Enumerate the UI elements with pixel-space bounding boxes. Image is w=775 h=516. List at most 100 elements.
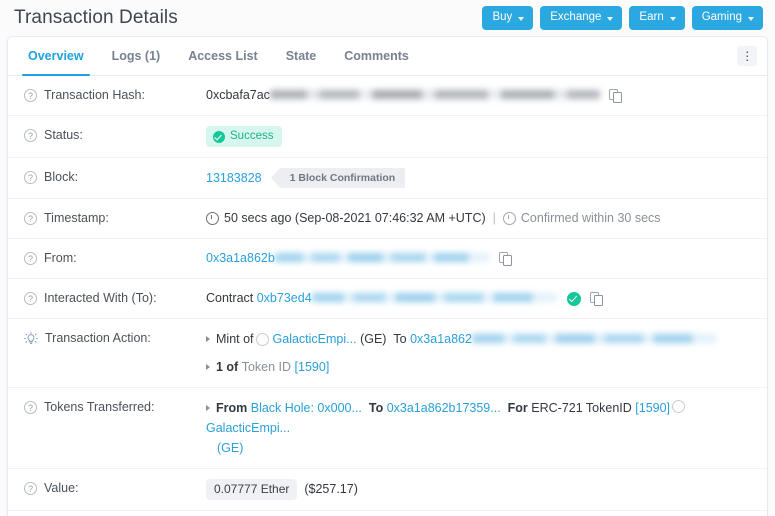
from-value: 0x3a1a862b — [206, 249, 753, 268]
row-label-block: ? Block: — [24, 168, 206, 187]
timestamp-confirmed: Confirmed within 30 secs — [520, 211, 661, 225]
row-label-text: Value: — [44, 481, 79, 495]
question-mark-icon[interactable]: ? — [24, 212, 37, 225]
row-from: ? From: 0x3a1a862b — [8, 239, 767, 279]
transaction-action-value: Mint of GalacticEmpi... (GE) To 0x3a1a86… — [206, 329, 753, 377]
tab-comments-label: Comments — [344, 49, 409, 63]
tab-access-list[interactable]: Access List — [174, 37, 271, 75]
row-label-text: Timestamp: — [44, 211, 109, 225]
question-mark-icon[interactable]: ? — [24, 89, 37, 102]
row-block: ? Block: 13183828 1 Block Confirmation — [8, 158, 767, 199]
tab-logs-label: Logs (1) — [111, 49, 161, 63]
tab-comments[interactable]: Comments — [330, 37, 423, 75]
question-mark-icon[interactable]: ? — [24, 292, 37, 305]
transaction-hash-prefix: 0xcbafa7ac — [206, 88, 270, 102]
tab-overview-label: Overview — [28, 49, 84, 63]
transfer-token-name[interactable]: GalacticEmpi... — [206, 421, 290, 435]
row-label-text: Transaction Action: — [45, 331, 151, 345]
timestamp-separator: | — [492, 211, 496, 225]
row-label-value: ? Value: — [24, 479, 206, 498]
question-mark-icon[interactable]: ? — [24, 171, 37, 184]
clock-icon — [502, 212, 516, 225]
block-confirmation-label: 1 Block Confirmation — [289, 172, 396, 184]
row-label-text: Transaction Hash: — [44, 88, 145, 102]
action-to-address-link[interactable]: 0x3a1a862 — [410, 329, 472, 349]
transfer-token-id[interactable]: [1590] — [635, 401, 670, 415]
token-transfer-symbol-line: (GE) — [206, 438, 753, 458]
tab-list: Overview Logs (1) Access List State Comm… — [14, 37, 423, 76]
value-amount-container: 0.07777 Ether ($257.17) — [206, 479, 753, 500]
transfer-from-address[interactable]: Black Hole: 0x000... — [251, 401, 362, 415]
kebab-menu-icon[interactable] — [737, 46, 757, 66]
status-badge: Success — [206, 126, 283, 147]
row-transaction-fee: ? Transaction Fee: 0.006435210375055066 … — [8, 511, 767, 516]
tab-logs[interactable]: Logs (1) — [98, 37, 175, 75]
row-label-text: Interacted With (To): — [44, 291, 157, 305]
gaming-button[interactable]: Gaming — [691, 6, 763, 30]
action-token-symbol: (GE) — [360, 332, 387, 346]
block-number-link[interactable]: 13183828 — [206, 169, 262, 188]
chevron-down-icon — [518, 17, 525, 21]
action-to-word: To — [393, 332, 407, 346]
row-label-text: Block: — [44, 170, 79, 184]
token-transfer-entry: From Black Hole: 0x000... To 0x3a1a862b1… — [206, 398, 753, 438]
action-to-address-redacted — [471, 333, 717, 343]
exchange-button[interactable]: Exchange — [540, 6, 623, 30]
transaction-hash-redacted — [269, 90, 600, 99]
triangle-right-icon — [206, 364, 210, 370]
contract-word: Contract — [206, 291, 254, 305]
tab-access-list-label: Access List — [188, 49, 258, 63]
transfer-to-word: To — [368, 401, 384, 415]
row-label-transaction-hash: ? Transaction Hash: — [24, 86, 206, 105]
row-timestamp: ? Timestamp: 50 secs ago (Sep-08-2021 07… — [8, 199, 767, 239]
chevron-down-icon — [669, 17, 676, 21]
action-verb: Mint of — [216, 332, 254, 346]
check-circle-icon — [213, 130, 225, 143]
token-circle-icon — [255, 332, 269, 346]
block-value: 13183828 1 Block Confirmation — [206, 168, 753, 188]
tab-bar: Overview Logs (1) Access List State Comm… — [8, 37, 767, 76]
question-mark-icon[interactable]: ? — [24, 252, 37, 265]
earn-button[interactable]: Earn — [629, 6, 685, 30]
copy-icon[interactable] — [589, 291, 603, 306]
buy-button-label: Buy — [492, 11, 513, 24]
row-label-tokens-transferred: ? Tokens Transferred: — [24, 398, 206, 417]
status-value: Success — [206, 126, 753, 147]
clock-icon — [206, 212, 219, 225]
tab-overview[interactable]: Overview — [14, 37, 98, 76]
row-interacted-with: ? Interacted With (To): Contract 0xb73ed… — [8, 279, 767, 319]
row-label-text: From: — [44, 251, 77, 265]
action-count: 1 of — [216, 360, 239, 374]
chevron-down-icon — [748, 17, 754, 21]
tab-state[interactable]: State — [272, 37, 331, 75]
row-label-transaction-action: Transaction Action: — [24, 329, 206, 348]
transfer-for-word: For — [507, 401, 528, 415]
copy-icon[interactable] — [498, 251, 512, 266]
verified-check-icon — [566, 291, 581, 306]
copy-icon[interactable] — [608, 88, 622, 103]
transfer-token-symbol[interactable]: (GE) — [217, 441, 243, 455]
row-transaction-action: Transaction Action: Mint of GalacticEmpi… — [8, 319, 767, 388]
tab-bar-spacer — [423, 37, 737, 75]
lightbulb-icon — [24, 332, 38, 344]
row-label-from: ? From: — [24, 249, 206, 268]
triangle-right-icon — [206, 405, 210, 411]
timestamp-relative: 50 secs ago — [224, 211, 292, 225]
detail-rows: ? Transaction Hash: 0xcbafa7ac ? Status: — [8, 76, 767, 516]
tab-state-label: State — [285, 49, 317, 63]
transaction-details-page: Transaction Details Buy Exchange Earn Ga… — [0, 0, 775, 516]
from-address-link[interactable]: 0x3a1a862b — [206, 249, 275, 268]
contract-address-link[interactable]: 0xb73ed4 — [257, 289, 312, 308]
buy-button[interactable]: Buy — [482, 6, 534, 30]
action-token-name[interactable]: GalacticEmpi... — [273, 329, 357, 349]
question-mark-icon[interactable]: ? — [24, 401, 37, 414]
value-amount-chip: 0.07777 Ether — [206, 479, 298, 500]
transaction-action-line-2: 1 of Token ID [1590] — [206, 357, 753, 377]
question-mark-icon[interactable]: ? — [24, 129, 37, 142]
action-token-id[interactable]: [1590] — [295, 357, 330, 377]
tokens-transferred-value: From Black Hole: 0x000... To 0x3a1a862b1… — [206, 398, 753, 458]
question-mark-icon[interactable]: ? — [24, 482, 37, 495]
transfer-to-address[interactable]: 0x3a1a862b17359... — [387, 401, 501, 415]
block-confirmation-badge: 1 Block Confirmation — [270, 168, 406, 188]
row-transaction-hash: ? Transaction Hash: 0xcbafa7ac — [8, 76, 767, 116]
